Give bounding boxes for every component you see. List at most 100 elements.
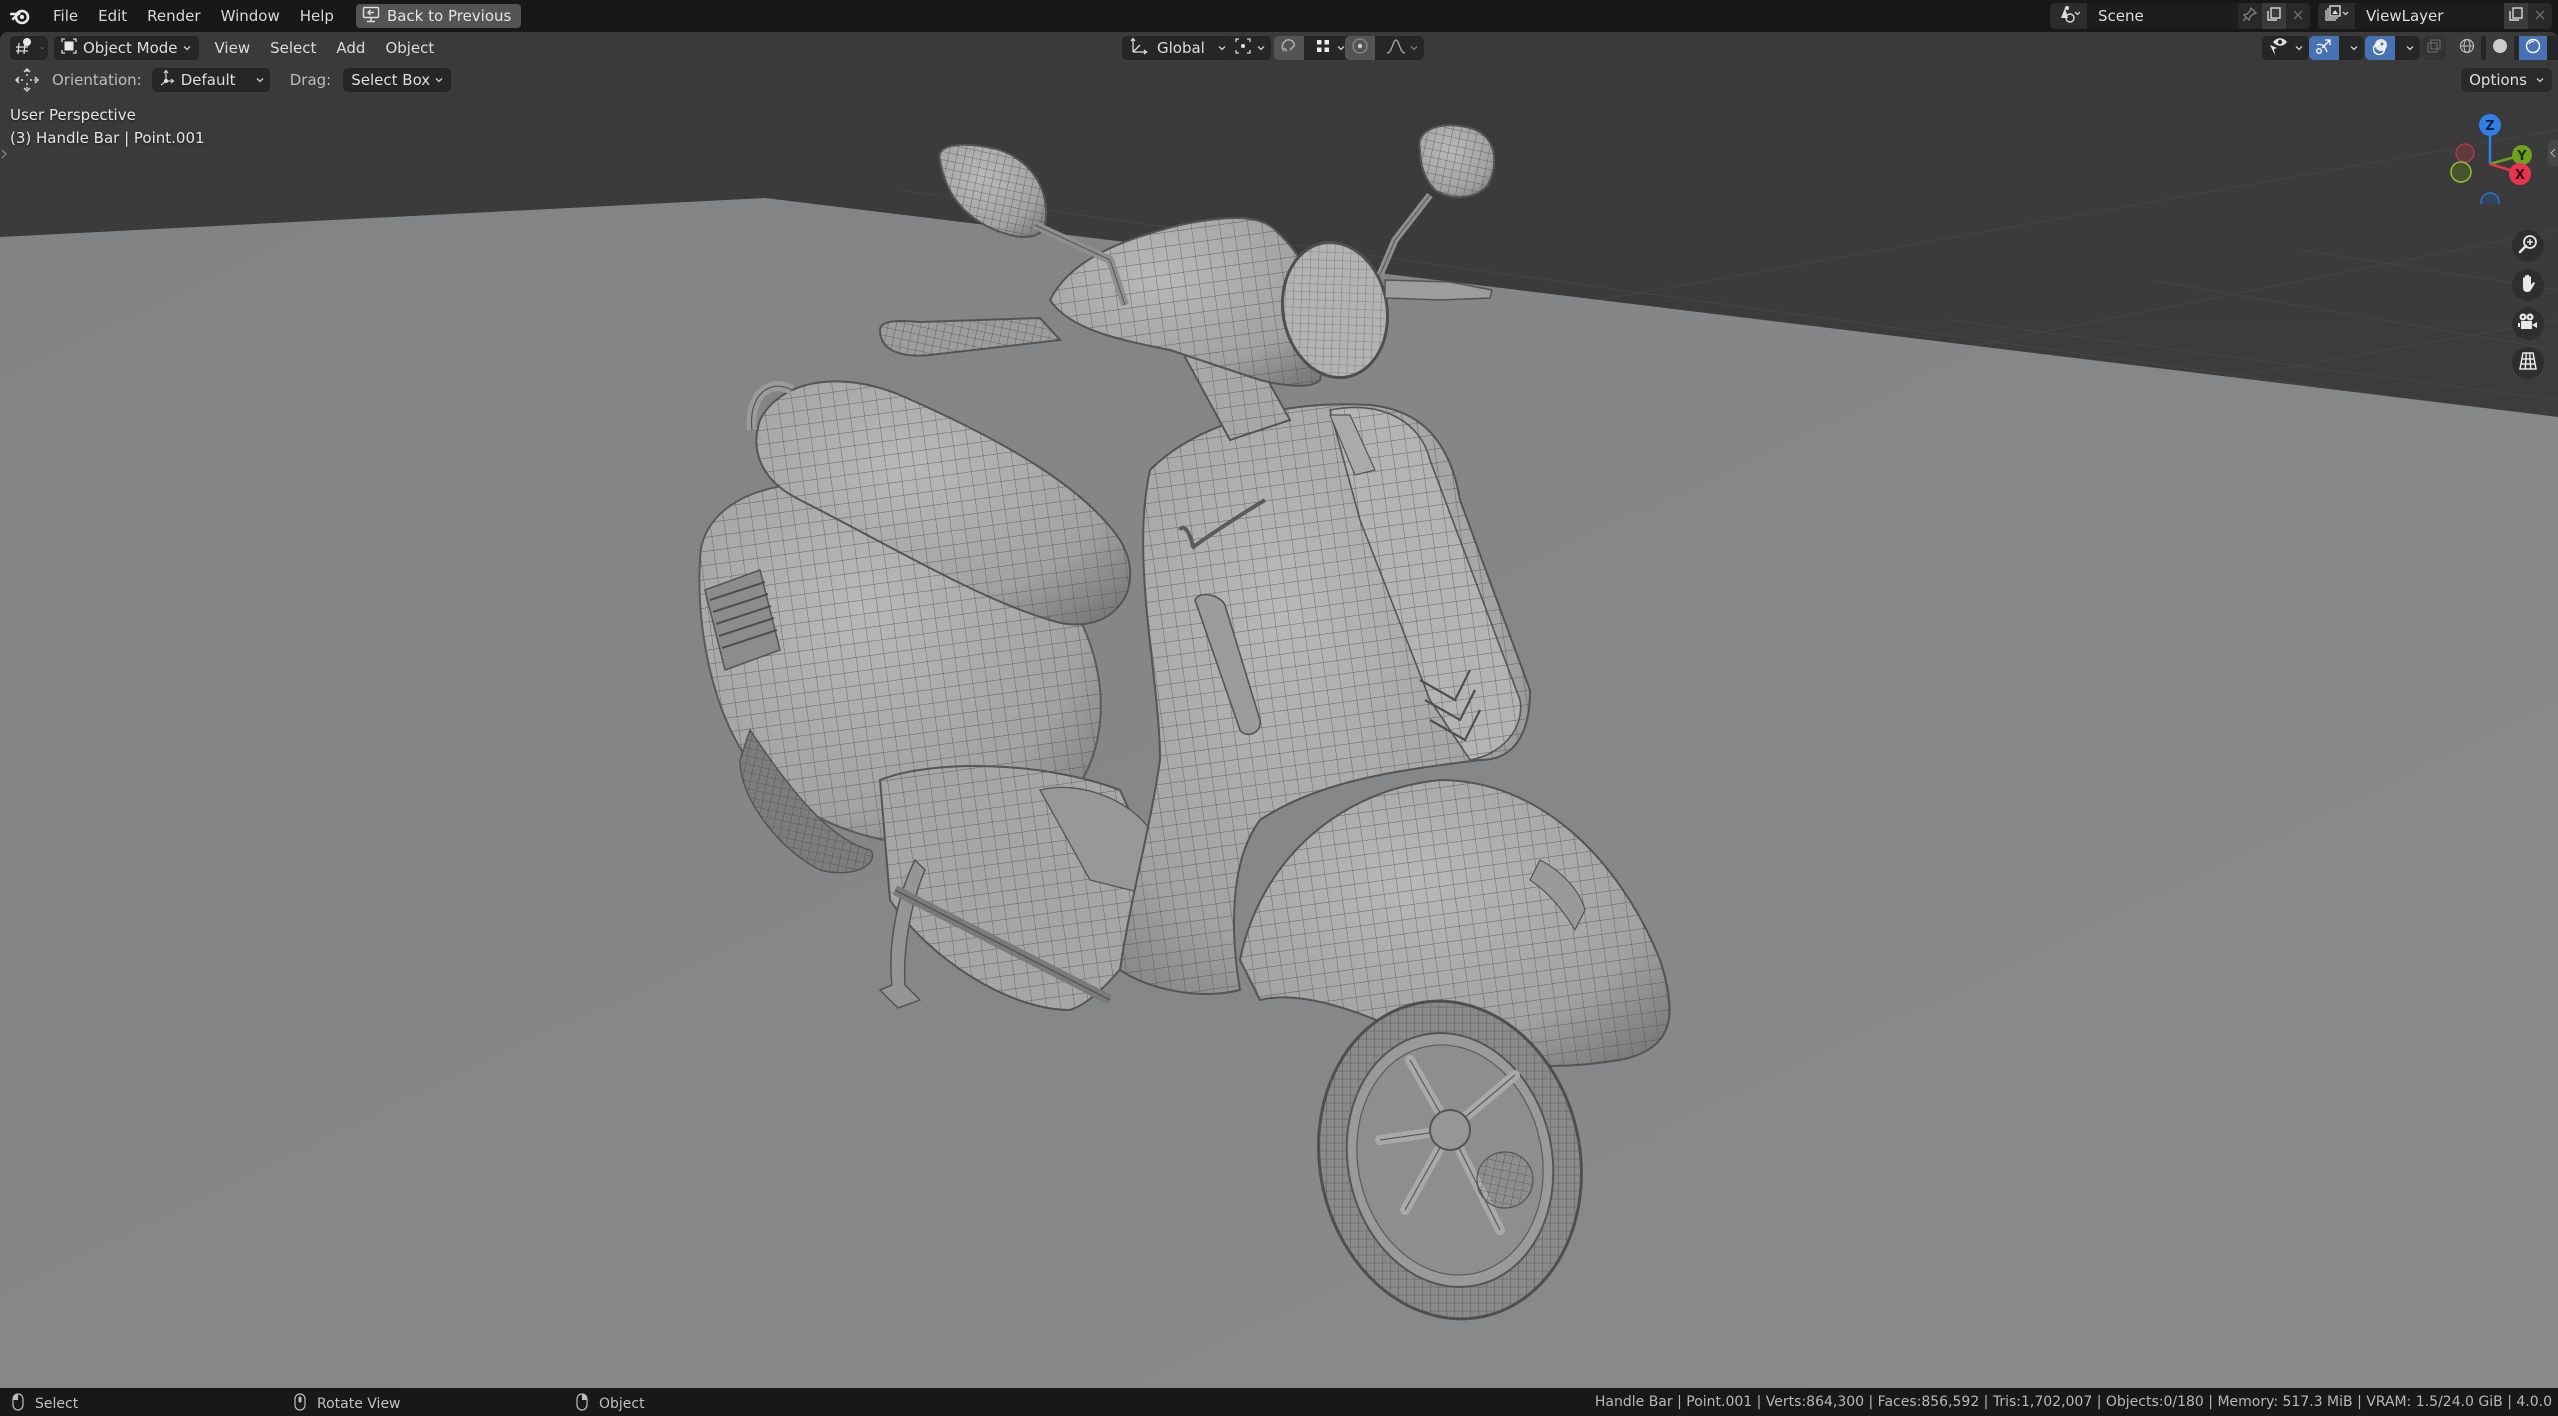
scene-name-field[interactable]: Scene bbox=[2088, 3, 2238, 29]
drag-value: Select Box bbox=[351, 71, 431, 89]
menu-render[interactable]: Render bbox=[137, 3, 210, 29]
sidebar-expand-arrow[interactable] bbox=[2548, 140, 2558, 166]
xray-toggle[interactable] bbox=[2422, 36, 2446, 60]
header-menu-add[interactable]: Add bbox=[326, 36, 375, 60]
viewport-scene bbox=[0, 32, 2558, 1388]
chevron-down-icon bbox=[2350, 46, 2358, 51]
menu-help[interactable]: Help bbox=[290, 3, 344, 29]
blender-logo-icon[interactable] bbox=[9, 5, 31, 27]
mouse-left-icon bbox=[12, 1393, 24, 1415]
drag-selector[interactable]: Select Box bbox=[343, 68, 452, 92]
close-icon bbox=[2292, 7, 2304, 25]
view-layer-name-field[interactable]: ViewLayer bbox=[2356, 3, 2504, 29]
object-mode-icon bbox=[60, 37, 78, 59]
orientation-gizmo-icon bbox=[158, 69, 176, 91]
shading-material-button[interactable] bbox=[2519, 36, 2547, 60]
menu-window[interactable]: Window bbox=[211, 3, 290, 29]
close-icon bbox=[2534, 7, 2546, 25]
chevron-down-icon bbox=[41, 47, 44, 49]
view-name-text: User Perspective bbox=[10, 106, 136, 124]
camera-view-button[interactable] bbox=[2512, 308, 2544, 340]
delete-scene-button[interactable] bbox=[2286, 3, 2310, 29]
overlays-settings-dropdown[interactable] bbox=[2400, 36, 2420, 60]
chevron-down-icon bbox=[2406, 46, 2414, 51]
hand-icon bbox=[2518, 273, 2538, 297]
editor-type-button[interactable] bbox=[10, 36, 48, 60]
orientation-label: Orientation: bbox=[52, 71, 142, 89]
overlays-group bbox=[2365, 36, 2420, 60]
camera-icon bbox=[2517, 312, 2539, 336]
shading-solid-button[interactable] bbox=[2486, 36, 2514, 60]
orientation-axes-icon bbox=[1130, 37, 1148, 59]
toolbar-expand-arrow[interactable] bbox=[0, 144, 8, 164]
active-object-info: (3) Handle Bar | Point.001 bbox=[10, 129, 205, 147]
status-hint-select: Select bbox=[12, 1393, 78, 1415]
gizmo-y-label: Y bbox=[2516, 149, 2527, 164]
gizmo-neg-z-circle[interactable] bbox=[2480, 192, 2500, 204]
menu-file[interactable]: File bbox=[43, 3, 88, 29]
gizmo-icon bbox=[2315, 37, 2333, 59]
gizmo-neg-y-circle[interactable] bbox=[2450, 161, 2472, 183]
shading-mode-group bbox=[2453, 36, 2558, 60]
eye-cursor-icon bbox=[2268, 36, 2290, 60]
options-dropdown[interactable]: Options bbox=[2461, 68, 2552, 92]
scene-browse-button[interactable] bbox=[2050, 3, 2088, 29]
top-menubar: File Edit Render Window Help Back to Pre… bbox=[0, 0, 2558, 32]
magnet-icon bbox=[1280, 37, 1298, 59]
status-hint-object: Object bbox=[576, 1393, 645, 1415]
toggle-ortho-button[interactable] bbox=[2512, 347, 2544, 379]
gizmo-z-label: Z bbox=[2485, 119, 2494, 134]
orientation-value: Default bbox=[180, 71, 236, 89]
status-hint-label: Select bbox=[35, 1396, 79, 1412]
chevron-down-icon bbox=[2295, 46, 2303, 51]
header-menu-object[interactable]: Object bbox=[375, 36, 444, 60]
chevron-down-icon bbox=[435, 78, 443, 83]
pivot-point-selector[interactable] bbox=[1228, 36, 1271, 60]
pin-scene-button[interactable] bbox=[2238, 3, 2262, 29]
back-to-previous-button[interactable]: Back to Previous bbox=[355, 4, 522, 28]
chevron-down-icon bbox=[1257, 46, 1265, 51]
mode-selector[interactable]: Object Mode bbox=[54, 36, 199, 60]
transform-orientation-label: Global bbox=[1157, 39, 1205, 57]
render-layers-icon bbox=[2324, 4, 2349, 28]
snapping-group bbox=[1274, 36, 1351, 60]
chevron-down-icon bbox=[1337, 46, 1345, 51]
chevron-down-icon bbox=[183, 46, 190, 51]
header-menu-select[interactable]: Select bbox=[260, 36, 326, 60]
shading-wireframe-button[interactable] bbox=[2453, 36, 2481, 60]
gizmo-group bbox=[2309, 36, 2364, 60]
gizmo-settings-dropdown[interactable] bbox=[2344, 36, 2364, 60]
view-layer-browse-button[interactable] bbox=[2318, 3, 2356, 29]
header-menu-view[interactable]: View bbox=[205, 36, 261, 60]
pan-view-button[interactable] bbox=[2512, 269, 2544, 301]
status-bar: Select Rotate View Object Handle Bar | P… bbox=[0, 1388, 2558, 1416]
snap-grid-icon bbox=[1315, 38, 1331, 58]
transform-orientation-selector[interactable]: Global bbox=[1122, 36, 1234, 60]
solid-sphere-icon bbox=[2492, 38, 2508, 58]
new-view-layer-button[interactable] bbox=[2504, 3, 2528, 29]
show-gizmo-toggle[interactable] bbox=[2309, 36, 2339, 60]
show-overlays-toggle[interactable] bbox=[2365, 36, 2395, 60]
scene-selector: Scene bbox=[2050, 3, 2310, 29]
new-scene-button[interactable] bbox=[2262, 3, 2286, 29]
3d-viewport[interactable]: Object Mode View Select Add Object Globa… bbox=[0, 32, 2558, 1388]
mode-label: Object Mode bbox=[83, 39, 178, 57]
orientation-selector[interactable]: Default bbox=[151, 68, 270, 92]
pivot-point-icon bbox=[1234, 37, 1252, 59]
3d-viewport-icon bbox=[14, 37, 36, 59]
move-tool-icon bbox=[14, 68, 40, 92]
menu-edit[interactable]: Edit bbox=[88, 3, 137, 29]
chevron-down-icon bbox=[2536, 78, 2544, 83]
drag-label: Drag: bbox=[289, 71, 332, 89]
zoom-view-button[interactable] bbox=[2512, 230, 2544, 262]
delete-view-layer-button[interactable] bbox=[2528, 3, 2552, 29]
shading-settings-dropdown[interactable] bbox=[2552, 36, 2558, 60]
selectability-visibility-selector[interactable] bbox=[2262, 36, 2309, 60]
back-to-previous-label: Back to Previous bbox=[386, 7, 512, 25]
gizmo-neg-x-circle[interactable] bbox=[2455, 143, 2475, 163]
proportional-editing-toggle[interactable] bbox=[1345, 36, 1375, 60]
navigation-gizmo[interactable]: Z Y X bbox=[2440, 104, 2540, 204]
pin-icon bbox=[2242, 6, 2258, 26]
snap-toggle[interactable] bbox=[1274, 36, 1304, 60]
proportional-falloff-selector[interactable] bbox=[1380, 36, 1424, 60]
